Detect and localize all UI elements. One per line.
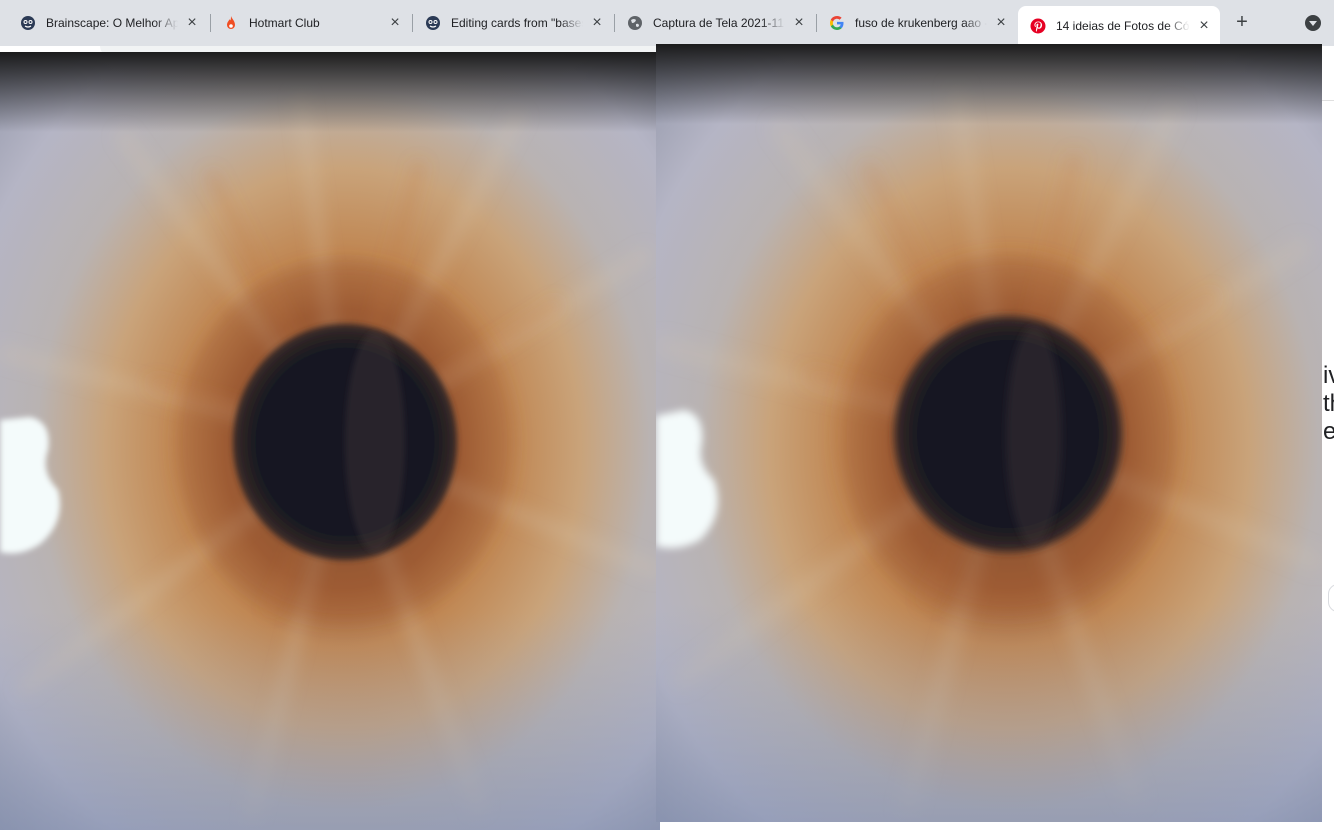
globe-icon: [627, 15, 643, 31]
page-text-fragment: e: [1323, 420, 1334, 444]
tab-hotmart[interactable]: Hotmart Club ×: [211, 6, 411, 40]
brainscape-icon: [425, 15, 441, 31]
page-divider: [1322, 100, 1334, 101]
close-icon[interactable]: ×: [993, 15, 1009, 31]
eye-photo-right: [656, 44, 1322, 822]
tab-pinterest-active[interactable]: 14 ideias de Fotos de Córnea ×: [1018, 6, 1220, 46]
browser-window: Brainscape: O Melhor App de Estudos × Ho…: [0, 0, 1334, 834]
pinterest-icon: [1030, 18, 1046, 34]
hotmart-flame-icon: [223, 15, 239, 31]
tab-search-icon[interactable]: [1305, 15, 1321, 31]
close-icon[interactable]: ×: [589, 15, 605, 31]
tab-strip: Brainscape: O Melhor App de Estudos × Ho…: [0, 0, 1334, 46]
tab-title: Captura de Tela 2021-11-11: [653, 16, 785, 30]
tab-brainscape[interactable]: Brainscape: O Melhor App de Estudos ×: [8, 6, 208, 40]
page-text-fragment: th: [1323, 392, 1334, 416]
close-icon[interactable]: ×: [791, 15, 807, 31]
tab-title: fuso de krukenberg aao - Pesquisa Google: [855, 16, 987, 30]
close-icon[interactable]: ×: [387, 15, 403, 31]
tab-title: Hotmart Club: [249, 16, 320, 30]
tab-title: Editing cards from "basesOftalmologia": [451, 16, 583, 30]
google-icon: [829, 15, 845, 31]
brainscape-icon: [20, 15, 36, 31]
tab-title: Brainscape: O Melhor App de Estudos: [46, 16, 178, 30]
tab-captura-de-tela[interactable]: Captura de Tela 2021-11-11 ×: [615, 6, 815, 40]
close-icon[interactable]: ×: [1196, 18, 1212, 34]
page-round-button[interactable]: [1328, 584, 1334, 612]
tab-title: 14 ideias de Fotos de Córnea: [1056, 19, 1190, 33]
page-text-fragment: iv: [1323, 364, 1334, 388]
close-icon[interactable]: ×: [184, 15, 200, 31]
tab-editing-cards[interactable]: Editing cards from "basesOftalmologia" ×: [413, 6, 613, 40]
eye-photo-left: [0, 52, 660, 830]
tab-google-search[interactable]: fuso de krukenberg aao - Pesquisa Google…: [817, 6, 1017, 40]
new-tab-button[interactable]: +: [1230, 11, 1254, 35]
